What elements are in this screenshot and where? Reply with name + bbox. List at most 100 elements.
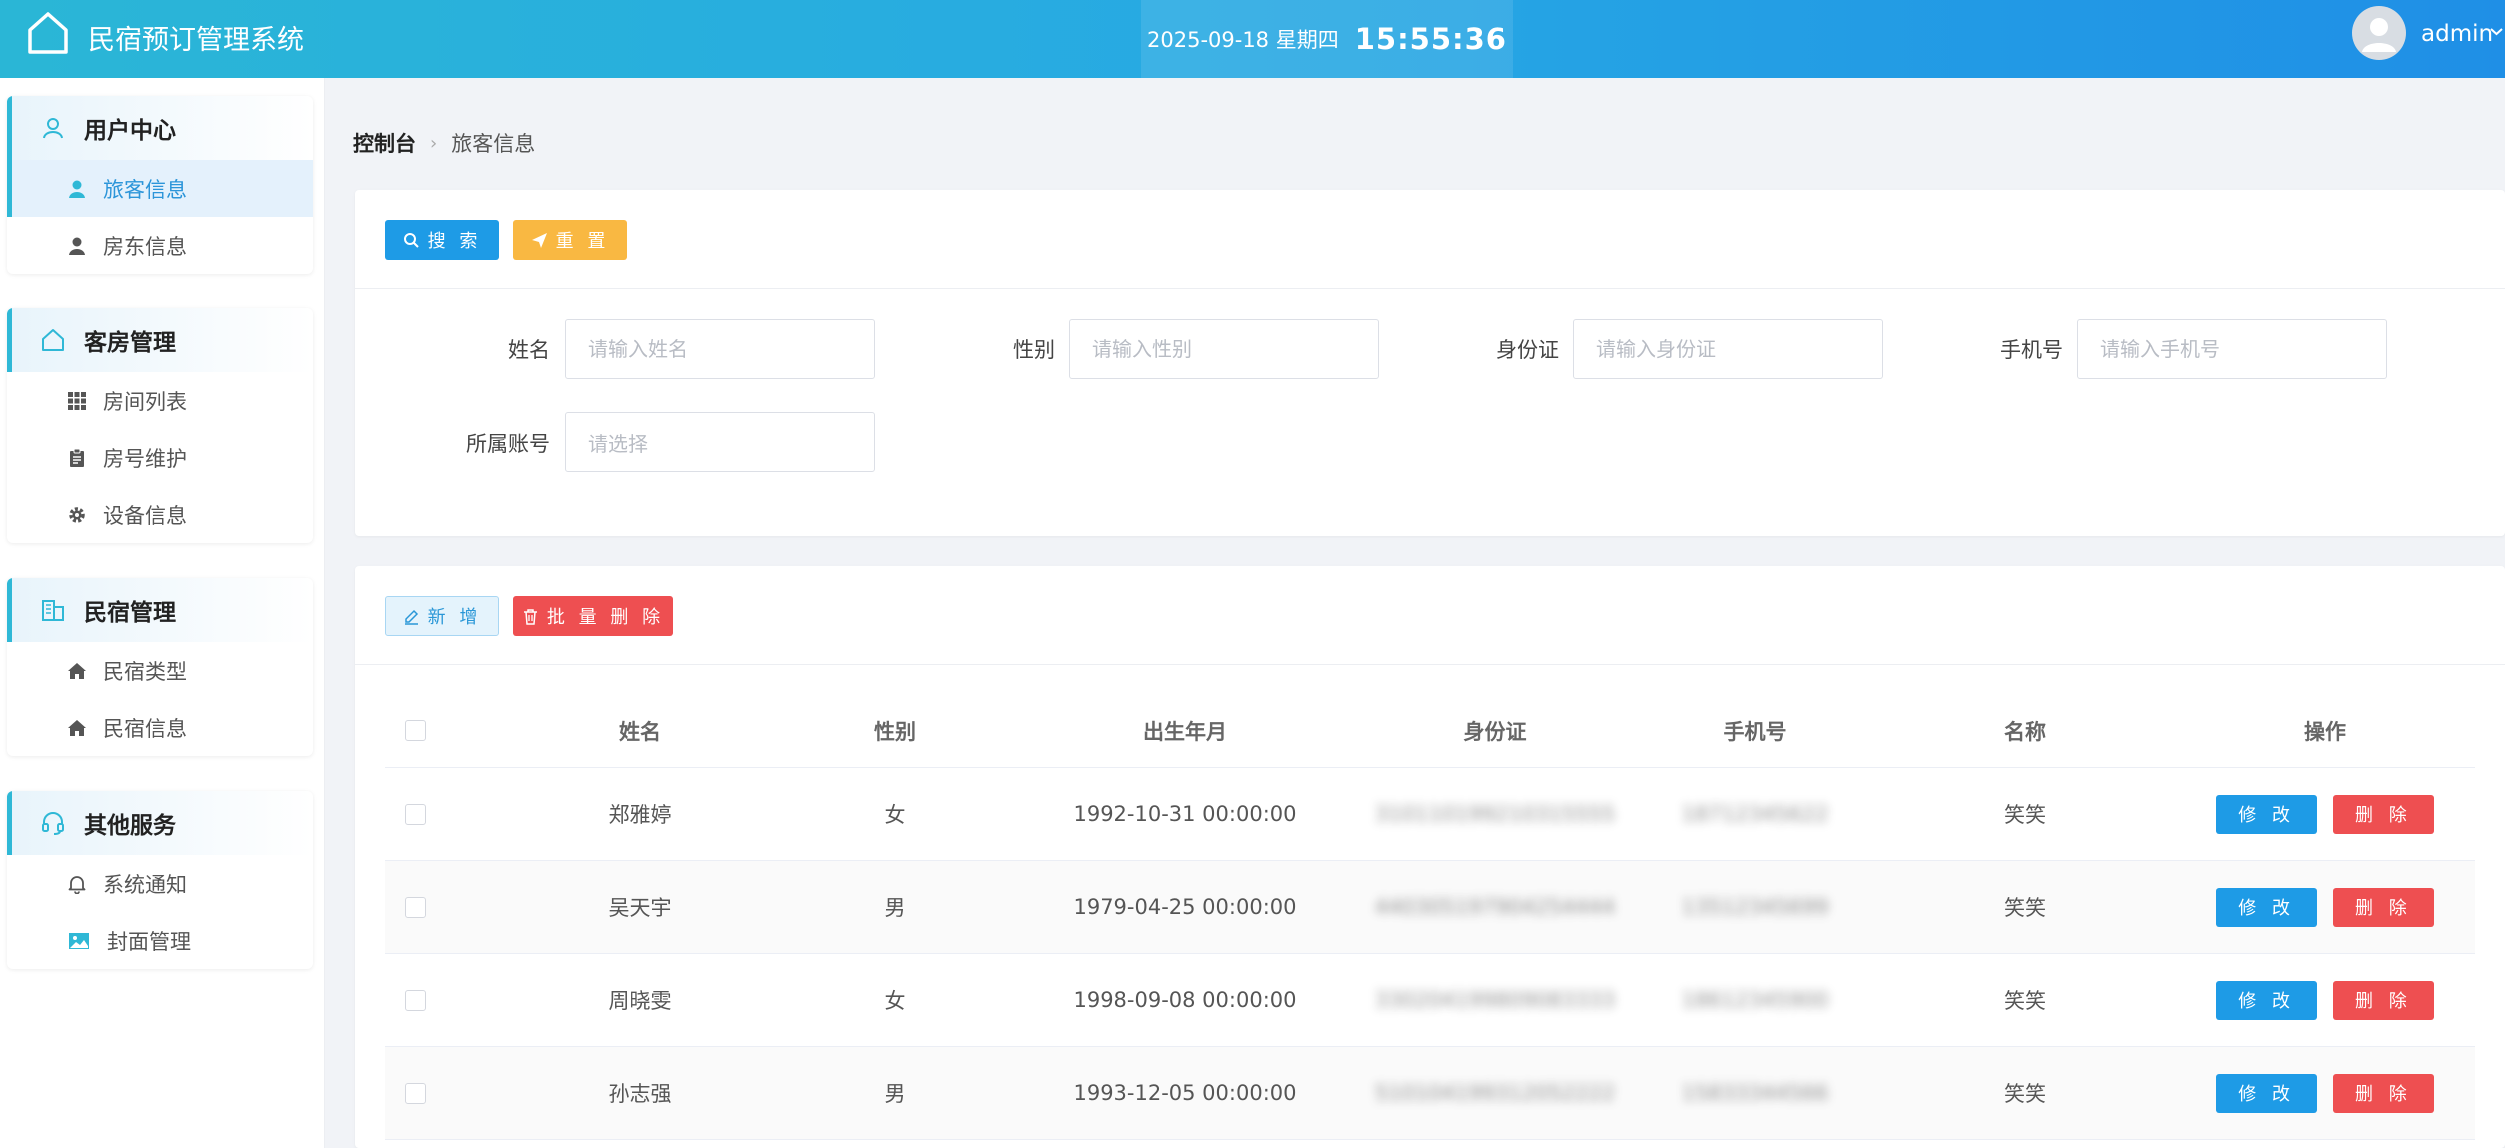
menu-group-title: 客房管理 xyxy=(84,330,176,356)
gender-cell: 女 xyxy=(884,989,906,1013)
divider xyxy=(355,288,2505,289)
idcard-value: 510104199312052222 xyxy=(1374,1081,1616,1105)
menu-group-other-services: 其他服务 系统通知 封面管理 xyxy=(7,791,313,969)
select-all-cell xyxy=(385,694,445,767)
avatar[interactable] xyxy=(2352,6,2406,60)
menu-group-head-homestay-management[interactable]: 民宿管理 xyxy=(7,578,313,642)
column-header: 操作 xyxy=(2304,719,2346,744)
select-all-checkbox[interactable] xyxy=(404,720,426,741)
user-name[interactable]: admin xyxy=(2421,21,2493,47)
gender-cell: 男 xyxy=(884,896,906,920)
sidebar-item-label: 民宿类型 xyxy=(103,659,187,684)
tourist-table: 姓名 性别 出生年月 身份证 手机号 名称 操作 郑雅婷 女 1992-10-3… xyxy=(385,694,2475,1140)
birth-cell: 1993-12-05 00:00:00 xyxy=(1073,1081,1297,1105)
menu-group-homestay-management: 民宿管理 民宿类型 民宿信息 xyxy=(7,578,313,756)
sidebar-item-system-notice[interactable]: 系统通知 xyxy=(7,855,313,912)
delete-button[interactable]: 删 除 xyxy=(2333,1073,2434,1113)
add-button-label: 新 增 xyxy=(427,607,482,628)
add-button[interactable]: 新 增 xyxy=(385,596,499,636)
title-cell: 笑笑 xyxy=(2004,803,2046,827)
sidebar-item-room-list[interactable]: 房间列表 xyxy=(7,372,313,429)
phone-cell: 15833344566 xyxy=(1605,1047,1905,1139)
phone-input[interactable] xyxy=(2077,319,2387,379)
edit-button[interactable]: 修 改 xyxy=(2216,887,2317,927)
account-select[interactable]: 请选择 xyxy=(565,412,875,472)
menu-group-head-user-center[interactable]: 用户中心 xyxy=(7,96,313,160)
person-icon xyxy=(69,180,85,198)
sidebar-item-device-info[interactable]: 设备信息 xyxy=(7,486,313,543)
birth-cell: 1998-09-08 00:00:00 xyxy=(1073,988,1297,1012)
search-button[interactable]: 搜 索 xyxy=(385,220,499,260)
sidebar-item-landlord-info[interactable]: 房东信息 xyxy=(7,217,313,274)
clock-panel: 2025-09-18 星期四 15:55:36 xyxy=(1141,0,1513,78)
phone-value: 18712345622 xyxy=(1681,802,1829,826)
column-header: 姓名 xyxy=(619,719,661,744)
idcard-label: 身份证 xyxy=(1496,338,1559,362)
delete-button[interactable]: 删 除 xyxy=(2333,887,2434,927)
gender-input[interactable] xyxy=(1069,319,1379,379)
reset-button[interactable]: 重 置 xyxy=(513,220,627,260)
headset-icon xyxy=(42,812,64,835)
menu-group-head-other-services[interactable]: 其他服务 xyxy=(7,791,313,855)
sidebar-item-homestay-info[interactable]: 民宿信息 xyxy=(7,699,313,756)
batch-delete-button-label: 批 量 删 除 xyxy=(546,607,665,628)
row-checkbox[interactable] xyxy=(404,803,426,825)
gender-cell: 男 xyxy=(884,1082,906,1106)
name-cell: 吴天宇 xyxy=(608,896,672,920)
menu-group-head-room-management[interactable]: 客房管理 xyxy=(7,308,313,372)
clock-time: 15:55:36 xyxy=(1354,22,1507,56)
edit-button[interactable]: 修 改 xyxy=(2216,980,2317,1020)
avatar-user-icon xyxy=(2362,18,2396,52)
title-cell: 笑笑 xyxy=(2004,989,2046,1013)
edit-button[interactable]: 修 改 xyxy=(2216,1073,2317,1113)
home-logo-icon[interactable] xyxy=(26,10,70,56)
gender-cell: 女 xyxy=(884,803,906,827)
phone-value: 18612345900 xyxy=(1681,988,1829,1012)
phone-label: 手机号 xyxy=(2000,338,2063,362)
name-input[interactable] xyxy=(565,319,875,379)
phone-cell: 18612345900 xyxy=(1605,954,1905,1046)
delete-button[interactable]: 删 除 xyxy=(2333,794,2434,834)
trash-icon xyxy=(523,608,537,625)
sidebar-item-label: 系统通知 xyxy=(103,872,187,897)
edit-button[interactable]: 修 改 xyxy=(2216,794,2317,834)
sidebar-item-label: 旅客信息 xyxy=(103,177,187,202)
column-header: 名称 xyxy=(2004,719,2046,744)
bell-icon xyxy=(68,875,86,894)
table-row: 吴天宇 男 1979-04-25 00:00:00 44030519790425… xyxy=(385,861,2475,954)
birth-cell: 1992-10-31 00:00:00 xyxy=(1073,802,1297,826)
picture-icon xyxy=(69,932,89,949)
row-select-cell xyxy=(385,954,445,1046)
delete-button[interactable]: 删 除 xyxy=(2333,980,2434,1020)
row-select-cell xyxy=(385,1047,445,1139)
idcard-input[interactable] xyxy=(1573,319,1883,379)
sidebar-item-label: 民宿信息 xyxy=(103,716,187,741)
house-icon xyxy=(68,719,86,736)
account-label: 所属账号 xyxy=(466,432,550,456)
title-cell: 笑笑 xyxy=(2004,896,2046,920)
row-checkbox[interactable] xyxy=(404,896,426,918)
breadcrumb-current: 旅客信息 xyxy=(451,132,536,156)
clipboard-icon xyxy=(70,448,84,467)
actions-cell: 修 改 删 除 xyxy=(2175,954,2475,1046)
reset-button-label: 重 置 xyxy=(555,231,610,252)
sidebar-item-cover-management[interactable]: 封面管理 xyxy=(7,912,313,969)
chevron-down-icon[interactable] xyxy=(2488,23,2505,40)
row-checkbox[interactable] xyxy=(404,989,426,1011)
sidebar-item-label: 设备信息 xyxy=(103,503,187,528)
breadcrumb: 控制台 › 旅客信息 xyxy=(353,128,535,158)
sidebar-item-homestay-type[interactable]: 民宿类型 xyxy=(7,642,313,699)
breadcrumb-root[interactable]: 控制台 xyxy=(353,128,416,158)
birth-cell: 1979-04-25 00:00:00 xyxy=(1073,895,1297,919)
sidebar-item-label: 房东信息 xyxy=(103,234,187,259)
gear-icon xyxy=(69,506,85,523)
sidebar-item-room-number[interactable]: 房号维护 xyxy=(7,429,313,486)
name-cell: 郑雅婷 xyxy=(608,803,672,827)
table-row: 郑雅婷 女 1992-10-31 00:00:00 31011019921031… xyxy=(385,768,2475,861)
sidebar-item-tourist-info[interactable]: 旅客信息 xyxy=(7,160,313,217)
account-select-placeholder: 请选择 xyxy=(588,431,648,456)
name-cell: 周晓雯 xyxy=(608,989,672,1013)
row-checkbox[interactable] xyxy=(404,1082,426,1104)
batch-delete-button[interactable]: 批 量 删 除 xyxy=(513,596,673,636)
title-cell: 笑笑 xyxy=(2004,1082,2046,1106)
